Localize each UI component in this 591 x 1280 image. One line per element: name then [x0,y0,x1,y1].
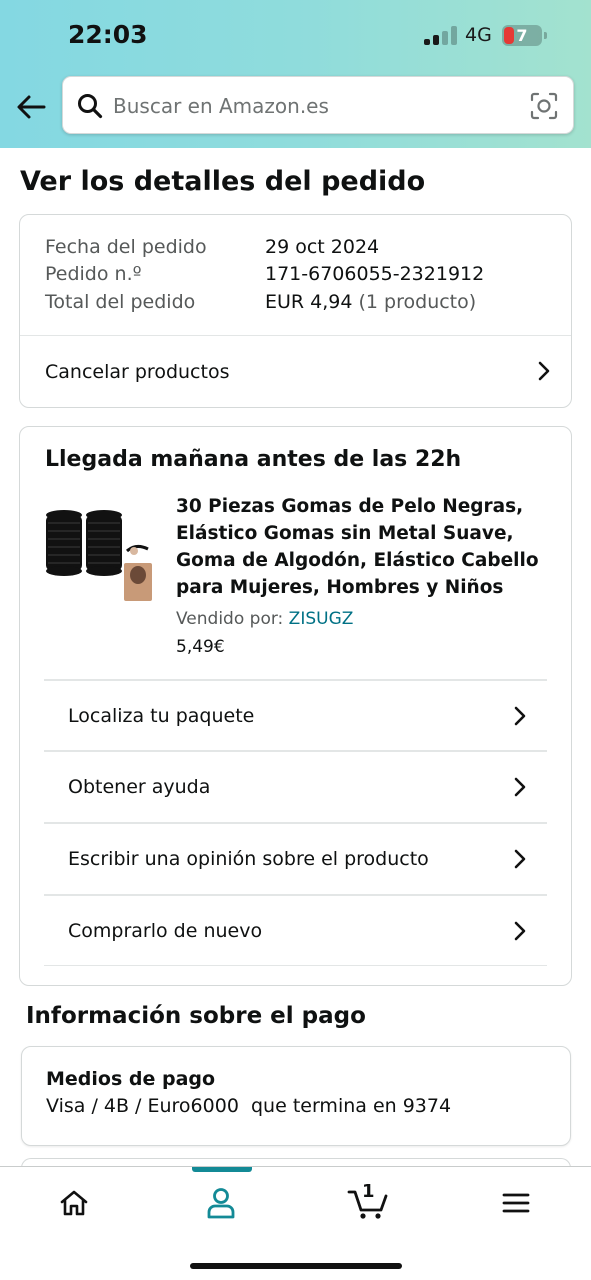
product-price: 5,49€ [176,637,225,657]
chevron-right-icon [514,777,526,797]
action-track-package[interactable]: Localiza tu paquete [44,681,547,751]
page-title: Ver los detalles del pedido [20,166,426,197]
header: 22:03 4G 7 [0,0,591,148]
payment-heading: Información sobre el pago [26,1003,366,1029]
network-type: 4G [465,24,492,46]
menu-icon [502,1193,530,1213]
product-image[interactable] [44,507,156,603]
action-label: Localiza tu paquete [68,705,255,727]
bottom-nav: 1 [0,1166,591,1280]
order-details-screen: 22:03 4G 7 Buscar en Amazon.es Ver los d… [0,0,591,1280]
action-divider [44,965,547,966]
cart-count-badge: 1 [362,1181,375,1202]
search-icon [78,94,103,119]
active-tab-indicator [192,1167,252,1172]
search-input[interactable] [113,89,513,123]
chevron-right-icon [514,921,526,941]
account-icon [207,1188,235,1219]
sold-by-label: Vendido por: [176,609,284,629]
order-date-value: 29 oct 2024 [265,236,380,258]
chevron-right-icon [514,849,526,869]
order-summary-card: Fecha del pedido 29 oct 2024 Pedido n.º … [19,214,572,408]
order-number-label: Pedido n.º [45,263,142,285]
camera-scan-icon[interactable] [529,91,559,121]
action-label: Escribir una opinión sobre el producto [68,848,429,870]
nav-menu[interactable] [486,1181,546,1225]
payment-method-label: Medios de pago [46,1068,216,1090]
home-indicator [190,1263,402,1269]
order-total-value: EUR 4,94 (1 producto) [265,289,476,316]
home-icon [60,1190,88,1216]
chevron-right-icon [514,706,526,726]
order-date-label: Fecha del pedido [45,236,207,258]
cancel-products-label: Cancelar productos [45,360,230,383]
order-number-value: 171-6706055-2321912 [265,263,485,285]
action-label: Comprarlo de nuevo [68,920,263,942]
action-label: Obtener ayuda [68,776,211,798]
payment-method-card[interactable]: Medios de pago Visa / 4B / Euro6000 que … [21,1046,571,1146]
seller-link[interactable]: ZISUGZ [289,609,354,629]
delivery-heading: Llegada mañana antes de las 22h [45,447,462,472]
cancel-products-row[interactable]: Cancelar productos [20,336,571,407]
battery-level: 7 [516,26,528,45]
back-button[interactable] [12,88,50,126]
sold-by: Vendido por: ZISUGZ [176,609,353,629]
order-total-amount: EUR 4,94 [265,291,353,313]
action-buy-again[interactable]: Comprarlo de nuevo [44,896,547,966]
battery-tip [544,32,547,39]
payment-method-value: Visa / 4B / Euro6000 que termina en 9374 [46,1095,452,1117]
search-bar[interactable] [62,76,574,134]
signal-icon [424,26,458,45]
product-title[interactable]: 30 Piezas Gomas de Pelo Negras, Elástico… [176,493,556,601]
order-total-items: (1 producto) [358,291,477,313]
action-write-review[interactable]: Escribir una opinión sobre el producto [44,824,547,894]
chevron-right-icon [538,361,550,381]
status-time: 22:03 [68,20,148,49]
action-get-help[interactable]: Obtener ayuda [44,752,547,822]
battery-icon: 7 [502,25,542,46]
order-total-label: Total del pedido [45,291,196,313]
delivery-card: Llegada mañana antes de las 22h 30 Pieza… [19,426,572,986]
nav-account[interactable] [191,1181,251,1225]
nav-home[interactable] [44,1181,104,1225]
back-arrow-icon [17,95,46,119]
